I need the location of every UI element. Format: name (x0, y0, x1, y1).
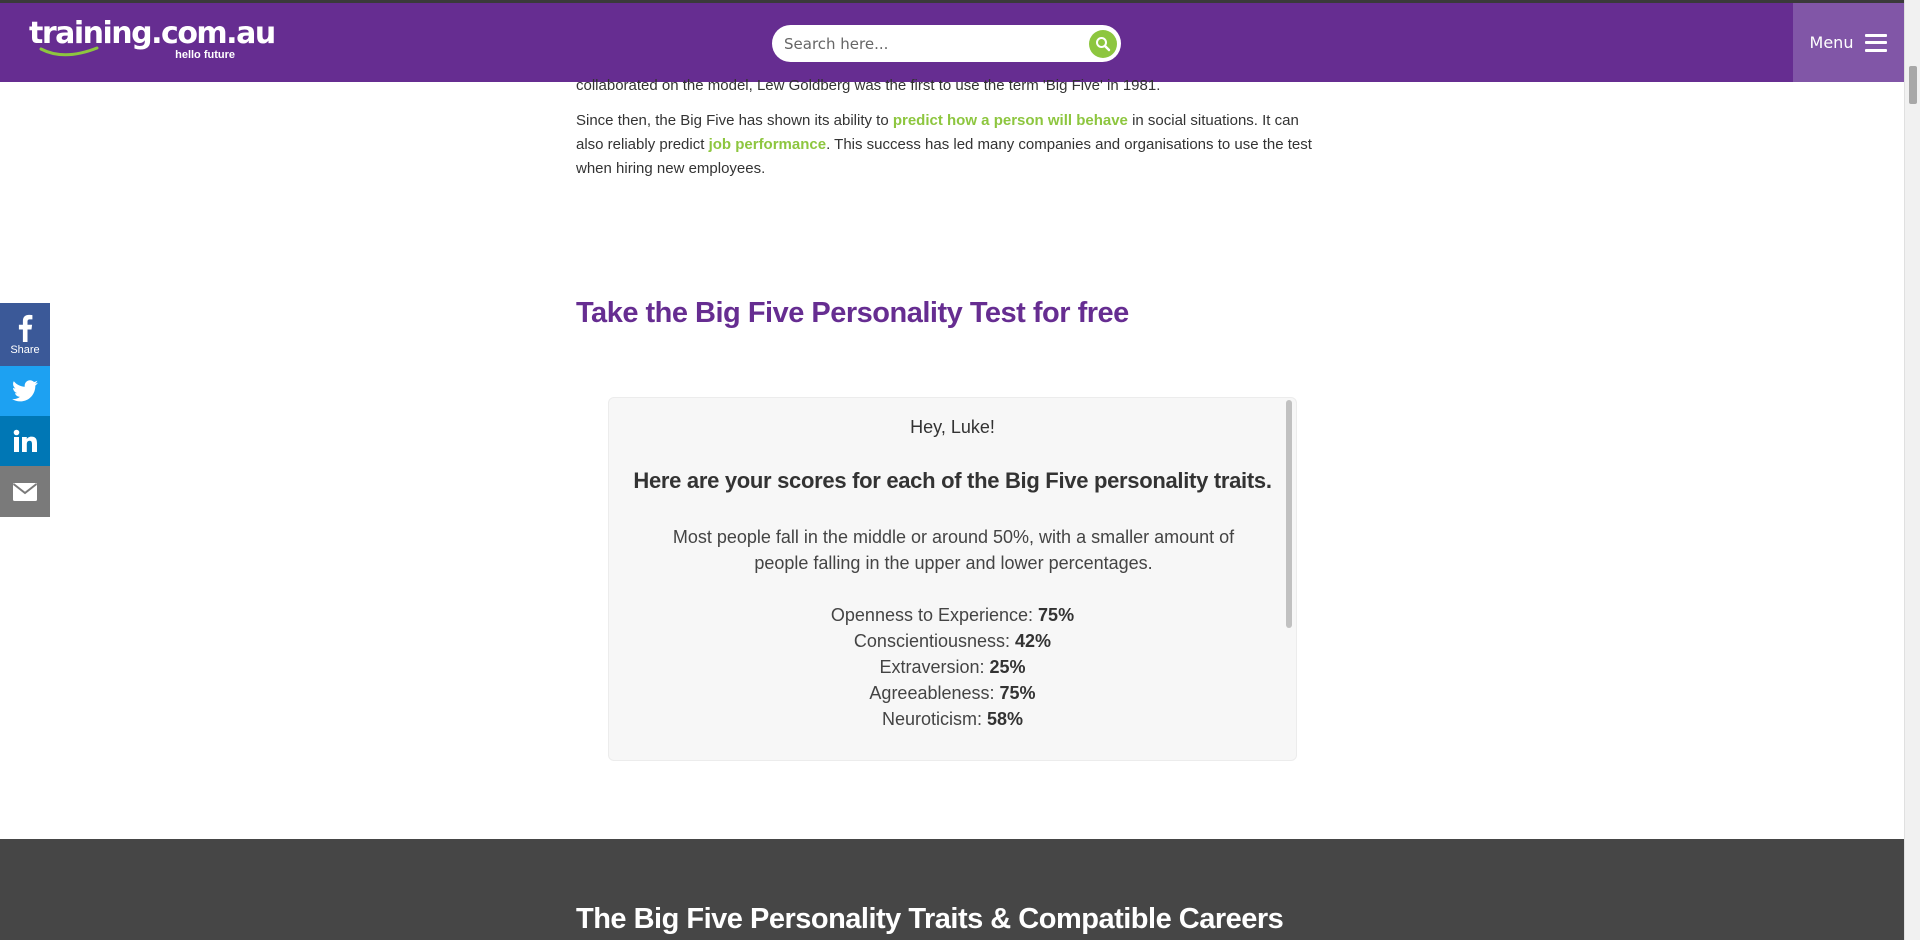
scrollbar-thumb[interactable] (1909, 66, 1917, 104)
email-icon (12, 482, 38, 501)
twitter-share-button[interactable] (0, 366, 50, 416)
job-performance-link[interactable]: job performance (709, 136, 827, 153)
score-row: Agreeableness: 75% (609, 680, 1296, 706)
email-share-button[interactable] (0, 466, 50, 517)
search-input[interactable] (784, 25, 1074, 62)
section-title: Take the Big Five Personality Test for f… (576, 297, 1129, 329)
trait-score: 58% (987, 709, 1024, 729)
scores-list: Openness to Experience: 75% Conscientiou… (609, 602, 1296, 732)
results-card: Hey, Luke! Here are your scores for each… (608, 397, 1297, 761)
trait-name: Extraversion: (879, 657, 985, 677)
greeting: Hey, Luke! (910, 417, 995, 437)
article-paragraph: Since then, the Big Five has shown its a… (576, 109, 1326, 181)
trait-score: 25% (989, 657, 1026, 677)
article-partial-line: collaborated on the model, Lew Goldberg … (576, 77, 1161, 94)
score-row: Openness to Experience: 75% (609, 602, 1296, 628)
trait-score: 75% (1038, 605, 1075, 625)
score-row: Conscientiousness: 42% (609, 628, 1296, 654)
article-text: Since then, the Big Five has shown its a… (576, 112, 893, 129)
logo-tagline: hello future (175, 49, 235, 61)
site-logo[interactable]: training.com.au hello future (29, 17, 276, 67)
facebook-icon (18, 314, 33, 342)
predict-behaviour-link[interactable]: predict how a person will behave (893, 112, 1128, 129)
trait-name: Agreeableness: (869, 683, 995, 703)
menu-button[interactable]: Menu (1793, 3, 1904, 82)
social-share-bar: Share (0, 303, 50, 517)
search-icon (1096, 37, 1111, 52)
linkedin-icon (13, 429, 37, 452)
trait-score: 75% (999, 683, 1036, 703)
trait-name: Conscientiousness: (853, 631, 1011, 651)
results-description: Most people fall in the middle or around… (672, 527, 1235, 573)
careers-section: The Big Five Personality Traits & Compat… (0, 839, 1904, 940)
site-header: training.com.au hello future Menu (0, 3, 1904, 82)
menu-label: Menu (1809, 33, 1854, 52)
hamburger-icon (1865, 33, 1888, 52)
linkedin-share-button[interactable] (0, 416, 50, 466)
score-row: Neuroticism: 58% (609, 706, 1296, 732)
results-heading: Here are your scores for each of the Big… (633, 468, 1272, 493)
search-bar (772, 25, 1121, 62)
share-label: Share (10, 343, 40, 356)
facebook-share-button[interactable]: Share (0, 303, 50, 366)
trait-score: 42% (1015, 631, 1052, 651)
trait-name: Neuroticism: (881, 709, 982, 729)
careers-section-title: The Big Five Personality Traits & Compat… (576, 903, 1284, 935)
logo-swoosh-icon (39, 46, 99, 57)
score-row: Extraversion: 25% (609, 654, 1296, 680)
search-button[interactable] (1089, 30, 1117, 58)
trait-name: Openness to Experience: (830, 605, 1034, 625)
twitter-icon (12, 380, 38, 402)
page-scrollbar[interactable] (1904, 0, 1920, 940)
